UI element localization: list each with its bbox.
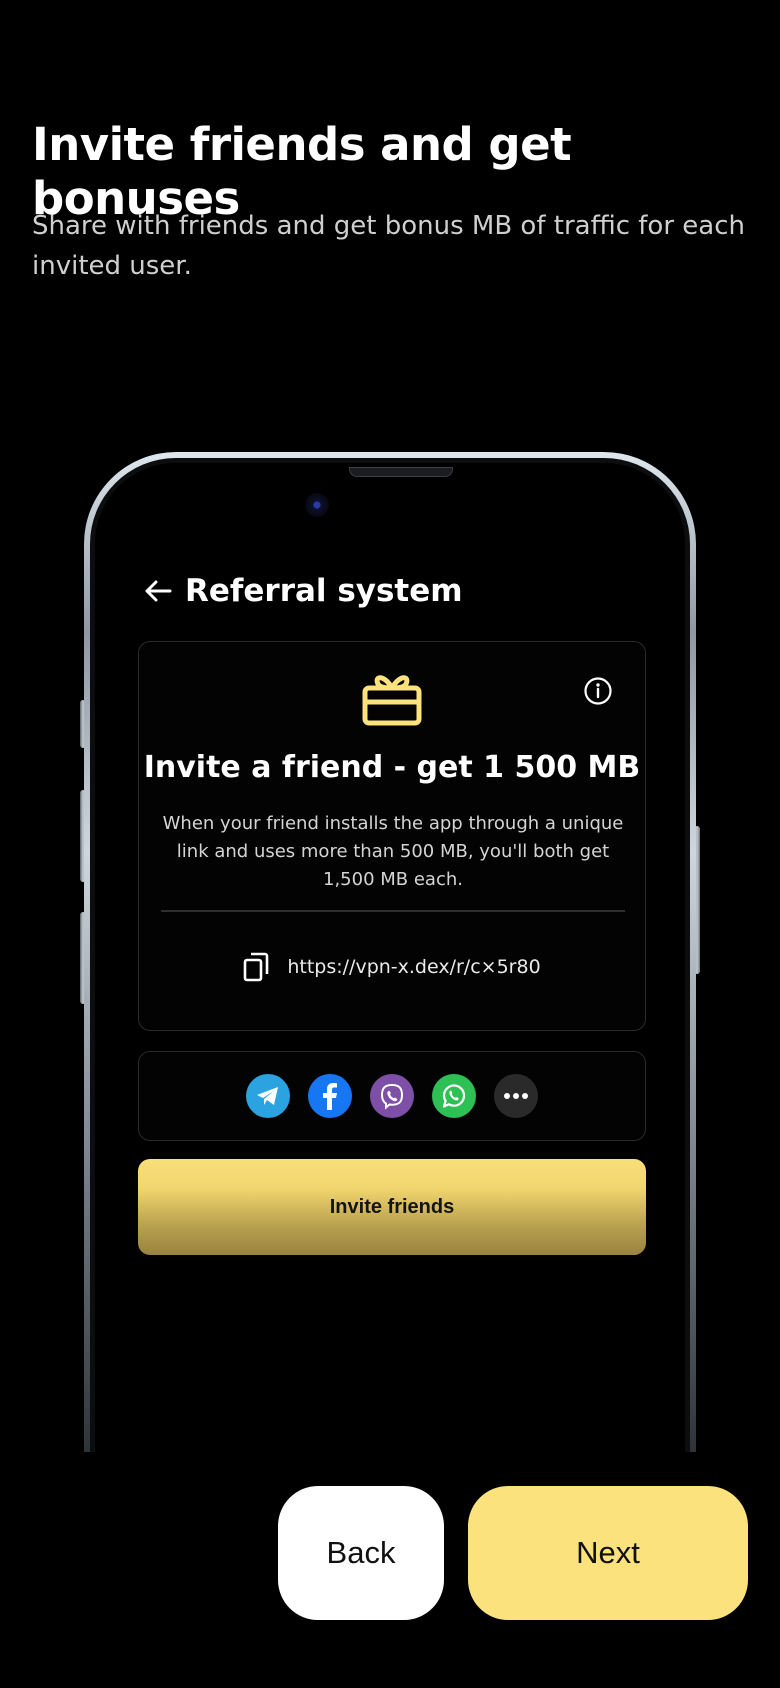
phone-speaker <box>349 467 453 477</box>
phone-bezel: Referral system Invite a friend - get 1 … <box>90 458 690 1452</box>
next-button[interactable]: Next <box>468 1486 748 1620</box>
invite-friends-button[interactable]: Invite friends <box>138 1159 646 1255</box>
info-icon[interactable] <box>583 676 613 706</box>
referral-card: Invite a friend - get 1 500 MB When your… <box>138 641 646 1031</box>
facebook-icon[interactable] <box>308 1074 352 1118</box>
whatsapp-icon[interactable] <box>432 1074 476 1118</box>
phone-frame: Referral system Invite a friend - get 1 … <box>84 452 696 1452</box>
referral-card-description: When your friend installs the app throug… <box>162 813 624 890</box>
divider <box>161 910 625 912</box>
page-subtitle: Share with friends and get bonus MB of t… <box>32 211 745 281</box>
copy-icon[interactable] <box>243 952 269 982</box>
share-options <box>138 1051 646 1141</box>
more-icon[interactable] <box>494 1074 538 1118</box>
referral-nav: Referral system <box>143 573 463 609</box>
arrow-left-icon[interactable] <box>143 576 173 606</box>
gift-icon <box>362 670 422 726</box>
referral-link[interactable]: https://vpn-x.dex/r/c×5r80 <box>287 956 540 978</box>
referral-link-row[interactable]: https://vpn-x.dex/r/c×5r80 <box>139 952 645 982</box>
referral-card-title: Invite a friend - get 1 500 MB <box>143 750 641 785</box>
telegram-icon[interactable] <box>246 1074 290 1118</box>
referral-title: Referral system <box>185 573 463 609</box>
viber-icon[interactable] <box>370 1074 414 1118</box>
phone-screen: Referral system Invite a friend - get 1 … <box>95 463 685 1452</box>
back-button[interactable]: Back <box>278 1486 444 1620</box>
phone-camera <box>305 493 329 517</box>
onboarding-page: Invite friends and get bonuses Share wit… <box>0 0 780 1688</box>
